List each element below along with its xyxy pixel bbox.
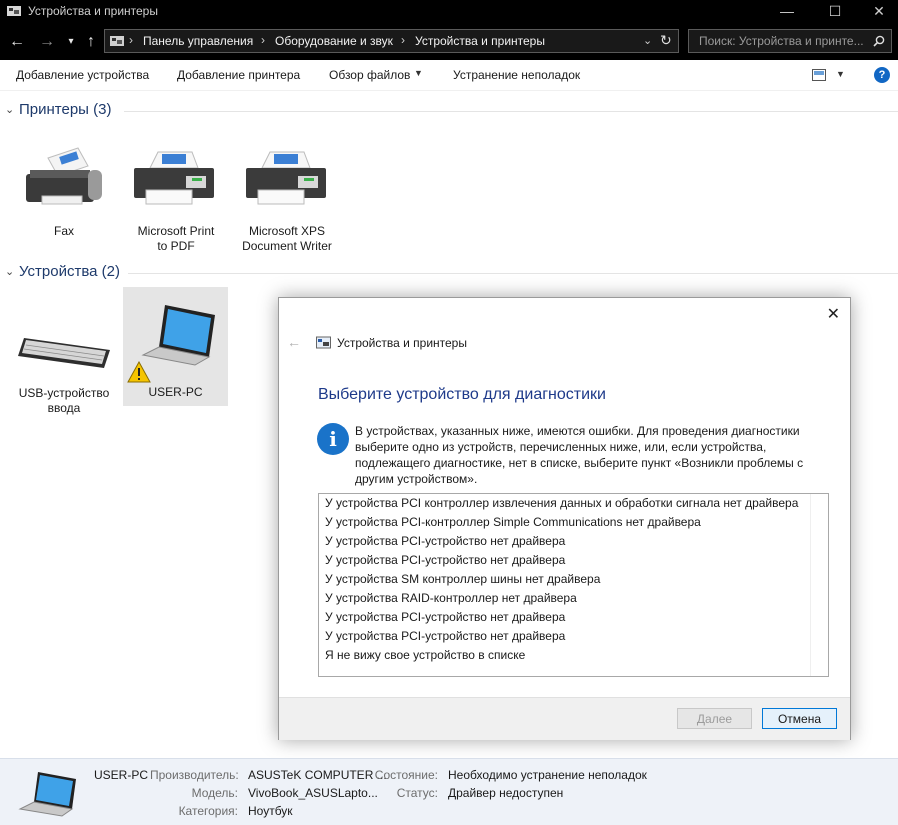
browse-files-chevron-icon[interactable]: ▼	[414, 68, 423, 78]
collapse-chevron-icon[interactable]: ⌄	[5, 265, 14, 278]
device-name: USER-PC	[94, 768, 149, 782]
next-button[interactable]: Далее	[677, 708, 752, 729]
fax-icon	[26, 147, 102, 205]
printer-label-line2: to PDF	[157, 239, 195, 253]
laptop-icon	[18, 772, 76, 817]
title-bar: Устройства и принтеры — ☐ ✕	[0, 0, 898, 24]
breadcrumb-control-panel[interactable]: Панель управления	[143, 34, 253, 48]
troubleshoot-dialog: ✕ ← Устройства и принтеры Выберите устро…	[278, 297, 851, 740]
device-label: USER-PC	[148, 385, 203, 399]
add-printer-button[interactable]: Добавление принтера	[177, 68, 300, 82]
breadcrumb-devices-printers[interactable]: Устройства и принтеры	[415, 34, 545, 48]
dialog-heading: Выберите устройство для диагностики	[318, 386, 606, 403]
laptop-icon	[141, 305, 215, 366]
list-item[interactable]: Я не вижу свое устройство в списке	[325, 646, 525, 665]
printer-icon	[246, 151, 326, 205]
state-value: Необходимо устранение неполадок	[448, 768, 647, 782]
list-item[interactable]: У устройства PCI-устройство нет драйвера	[325, 532, 565, 551]
close-button[interactable]: ✕	[856, 0, 898, 24]
add-device-button[interactable]: Добавление устройства	[16, 68, 149, 82]
printer-microsoft-xps-writer[interactable]: Microsoft XPS Document Writer	[234, 138, 340, 258]
device-list[interactable]: У устройства PCI контроллер извлечения д…	[318, 493, 829, 677]
dialog-title: Устройства и принтеры	[337, 336, 467, 350]
group-header-devices[interactable]: Устройства (2)	[19, 263, 120, 280]
back-arrow-icon[interactable]: ←	[6, 32, 28, 52]
manufacturer-label: Производитель:	[150, 768, 239, 782]
list-item[interactable]: У устройства PCI контроллер извлечения д…	[325, 494, 798, 513]
dialog-description: В устройствах, указанных ниже, имеются о…	[355, 424, 804, 486]
minimize-button[interactable]: —	[764, 0, 810, 24]
printer-label-line2: Document Writer	[242, 239, 332, 253]
printer-microsoft-print-to-pdf[interactable]: Microsoft Print to PDF	[124, 138, 228, 258]
list-item[interactable]: У устройства PCI-устройство нет драйвера	[325, 608, 565, 627]
group-divider	[124, 111, 898, 112]
breadcrumb-hardware-sound[interactable]: Оборудование и звук	[275, 34, 393, 48]
navigation-bar: ← → ▾ ↑ › Панель управления › Оборудован…	[0, 24, 898, 60]
printer-label-line1: Microsoft Print	[137, 224, 215, 238]
status-value: Драйвер недоступен	[448, 786, 564, 800]
device-label-line2: ввода	[47, 401, 81, 415]
forward-arrow-icon[interactable]: →	[36, 32, 58, 52]
list-item[interactable]: У устройства PCI-контроллер Simple Commu…	[325, 513, 701, 532]
breadcrumb-separator: ›	[129, 33, 133, 47]
category-value: Ноутбук	[248, 804, 293, 818]
printer-icon	[134, 151, 214, 205]
search-input[interactable]: Поиск: Устройства и принте...	[699, 34, 864, 48]
keyboard-icon	[18, 338, 110, 368]
address-bar[interactable]: › Панель управления › Оборудование и зву…	[104, 29, 679, 53]
up-arrow-icon[interactable]: ↑	[80, 32, 102, 52]
model-label: Модель:	[191, 786, 238, 800]
info-icon: i	[317, 423, 349, 455]
breadcrumb-separator: ›	[261, 33, 265, 47]
help-icon[interactable]: ?	[874, 67, 890, 83]
search-icon[interactable]	[873, 35, 885, 47]
window-title: Устройства и принтеры	[28, 4, 158, 18]
dialog-close-icon[interactable]: ✕	[827, 304, 840, 324]
printer-fax[interactable]: Fax	[14, 138, 114, 250]
group-divider	[128, 273, 898, 274]
view-options-icon[interactable]	[812, 69, 826, 81]
warning-icon	[127, 361, 151, 383]
devices-printers-icon	[316, 336, 331, 349]
troubleshoot-button[interactable]: Устранение неполадок	[453, 68, 580, 82]
view-options-chevron-icon[interactable]: ▼	[836, 69, 845, 79]
cancel-button[interactable]: Отмена	[762, 708, 837, 729]
list-item[interactable]: У устройства RAID-контроллер нет драйвер…	[325, 589, 577, 608]
details-pane: USER-PC Производитель: ASUSTeK COMPUTER …	[0, 758, 898, 825]
address-dropdown-chevron-icon[interactable]: ⌄	[643, 34, 652, 47]
printer-label-line1: Microsoft XPS	[248, 224, 326, 238]
device-label-line1: USB-устройство	[18, 386, 110, 400]
devices-printers-icon	[7, 6, 21, 16]
list-scrollbar[interactable]	[810, 494, 828, 676]
state-label: Состояние:	[374, 768, 438, 782]
group-header-printers[interactable]: Принтеры (3)	[19, 101, 111, 118]
recent-locations-chevron-icon[interactable]: ▾	[60, 32, 82, 52]
collapse-chevron-icon[interactable]: ⌄	[5, 103, 14, 116]
breadcrumb-separator: ›	[401, 33, 405, 47]
dialog-footer: Далее Отмена	[279, 697, 850, 740]
command-bar: Добавление устройства Добавление принтер…	[0, 60, 898, 91]
refresh-icon[interactable]: ↻	[660, 32, 672, 49]
maximize-button[interactable]: ☐	[812, 0, 858, 24]
status-label: Статус:	[396, 786, 438, 800]
device-usb-input[interactable]: USB-устройство ввода	[14, 300, 114, 420]
search-box[interactable]: Поиск: Устройства и принте...	[688, 29, 892, 53]
printer-label: Fax	[53, 224, 74, 238]
list-item[interactable]: У устройства SM контроллер шины нет драй…	[325, 570, 600, 589]
dialog-back-arrow-icon[interactable]: ←	[287, 334, 301, 350]
device-user-pc[interactable]: USER-PC	[123, 287, 228, 406]
list-item[interactable]: У устройства PCI-устройство нет драйвера	[325, 551, 565, 570]
category-label: Категория:	[178, 804, 238, 818]
list-item[interactable]: У устройства PCI-устройство нет драйвера	[325, 627, 565, 646]
location-icon	[110, 36, 124, 46]
browse-files-button[interactable]: Обзор файлов	[329, 68, 410, 82]
